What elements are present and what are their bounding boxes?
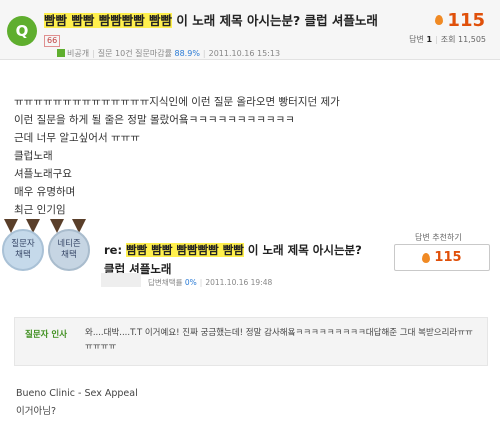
asker-thanks-box: 질문자 인사 와....대박....T.T 이거예요! 진짜 궁금했는데! 정말… — [14, 317, 488, 366]
thanks-label: 질문자 인사 — [25, 330, 68, 340]
body-line: ㅠㅠㅠㅠㅠㅠㅠㅠㅠㅠㅠㅠㅠㅠ지식인에 이런 질문 올라오면 빵터지던 제가 — [14, 96, 340, 108]
netizen-chosen-medal-icon: 네티즌 채택 — [48, 229, 90, 271]
medal-label: 채택 — [15, 250, 31, 260]
answer-title-highlight: 빰빰 빰빰 빰빰빰빰 빰빰 — [126, 243, 244, 257]
answer-line: 이거아님? — [16, 406, 57, 417]
body-line: 매우 유명하며 — [14, 186, 76, 198]
question-meta: 비공개 | 질문 10건 질문마감률 88.9% | 2011.10.16 15:13 — [57, 48, 280, 59]
answer-line: Bueno Clinic - Sex Appeal — [16, 388, 138, 399]
thanks-text: 와....대박....T.T 이거예요! 진짜 궁금했는데! 정말 감사해욬ㅋㅋ… — [85, 328, 473, 352]
question-stats: 질문 10건 질문마감률 — [97, 49, 172, 58]
medal-label: 질문자 — [11, 239, 35, 249]
answer-title-prefix: re: — [104, 243, 127, 257]
vote-points: 115 — [434, 250, 462, 265]
answer-body: Bueno Clinic - Sex Appeal 이거아님? — [16, 385, 476, 421]
answer-title[interactable]: re: 빰빰 빰빰 빰빰빰빰 빰빰 이 노래 제목 아시는분? 클럽 셔플노래 — [104, 241, 374, 279]
user-icon — [57, 49, 65, 57]
level-badge: 66 — [44, 34, 61, 47]
answer-rate: 0% — [184, 278, 197, 287]
point-drop-icon — [422, 252, 431, 263]
question-points: 115 — [435, 10, 485, 31]
views-label: 조회 — [440, 35, 456, 44]
question-title-rest: 이 노래 제목 아시는분? 클럽 셔플노래 — [172, 13, 378, 28]
question-close-rate: 88.9% — [174, 49, 200, 58]
medal-label: 채택 — [61, 250, 77, 260]
question-points-value: 115 — [447, 10, 485, 31]
answers-label: 답변 — [409, 35, 424, 44]
medal-label: 네티즌 — [57, 239, 81, 249]
views-count: 11,505 — [458, 35, 486, 44]
body-line: 클럽노래 — [14, 150, 53, 162]
answers-count: 1 — [426, 35, 433, 44]
question-stats-box: 답변 1 | 조회 11,505 — [409, 35, 486, 44]
body-line: 셔플노래구요 — [14, 168, 72, 180]
answer-date: 2011.10.16 19:48 — [205, 278, 273, 287]
question-title[interactable]: 빰빰 빰빰 빰빰빰빰 빰빰 이 노래 제목 아시는분? 클럽 셔플노래 66 — [44, 11, 394, 49]
question-header: Q 빰빰 빰빰 빰빰빰빰 빰빰 이 노래 제목 아시는분? 클럽 셔플노래 66… — [0, 0, 500, 60]
body-line: 근데 너무 알고싶어서 ㅠㅠㅠ — [14, 132, 140, 144]
question-title-highlight: 빰빰 빰빰 빰빰빰빰 빰빰 — [44, 13, 173, 28]
question-body: ㅠㅠㅠㅠㅠㅠㅠㅠㅠㅠㅠㅠㅠㅠ지식인에 이런 질문 올라오면 빵터지던 제가 이런… — [14, 93, 484, 219]
body-line: 이런 질문을 하게 될 줄은 정말 몰랐어욬ㅋㅋㅋㅋㅋㅋㅋㅋㅋㅋㅋ — [14, 114, 295, 126]
question-badge-icon: Q — [7, 16, 37, 46]
recommend-answer-button[interactable]: 115 — [394, 244, 490, 271]
vote-label: 답변 추천하기 — [415, 233, 462, 242]
point-drop-icon — [435, 15, 444, 25]
question-date: 2011.10.16 15:13 — [208, 49, 281, 58]
asker-chosen-medal-icon: 질문자 채택 — [2, 229, 44, 271]
answer-rate-label: 답변채택률 — [148, 278, 183, 287]
question-author[interactable]: 비공개 — [67, 49, 89, 58]
answer-meta: 답변채택률 0% | 2011.10.16 19:48 — [148, 278, 273, 287]
answerer-avatar[interactable] — [101, 273, 141, 287]
